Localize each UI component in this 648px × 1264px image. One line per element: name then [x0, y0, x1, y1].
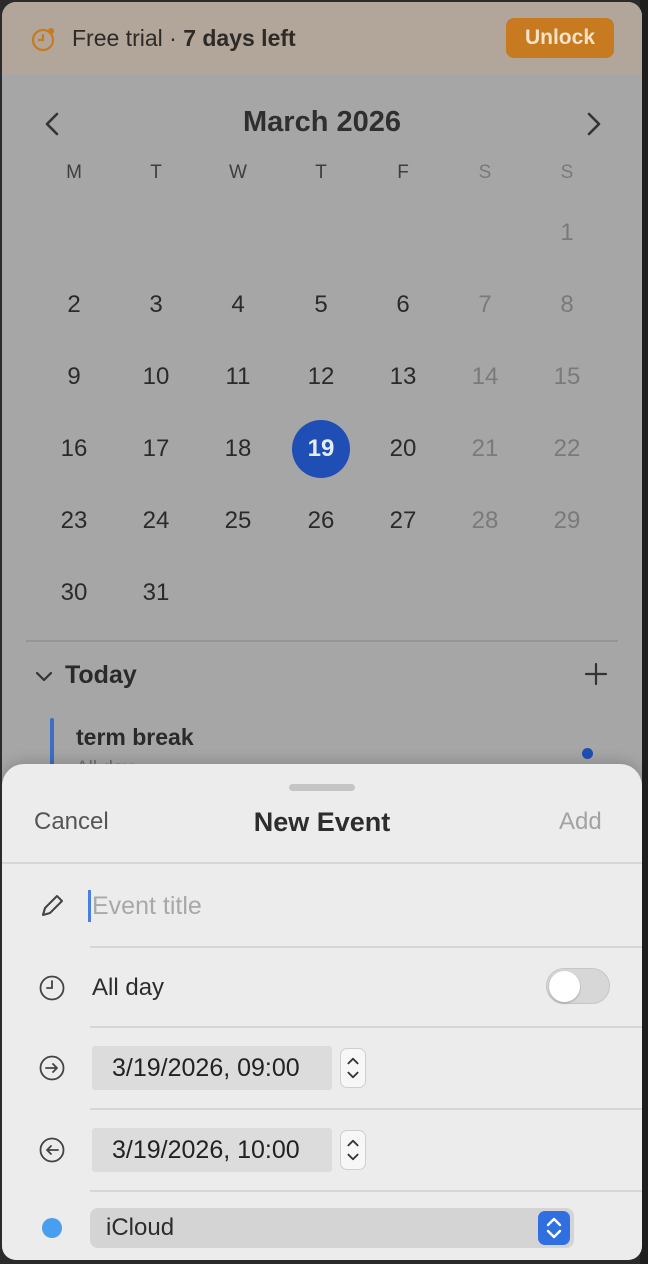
calendar-day[interactable]: 26 [292, 492, 350, 550]
pencil-icon [42, 895, 63, 916]
calendar-day[interactable]: 8 [538, 276, 596, 334]
calendar-day[interactable]: 5 [292, 276, 350, 334]
calendar-day[interactable]: 14 [456, 348, 514, 406]
weekday-label: S [478, 162, 492, 183]
calendar-day[interactable]: 18 [209, 420, 267, 478]
calendar-day[interactable]: 30 [45, 564, 103, 622]
start-stepper-icon[interactable] [340, 1048, 366, 1088]
start-arrow-right-circle-icon [39, 1055, 65, 1081]
weekday-label: S [560, 162, 574, 183]
row-divider [90, 1108, 642, 1110]
end-stepper-icon[interactable] [340, 1130, 366, 1170]
calendar-day[interactable]: 21 [456, 420, 514, 478]
trial-banner: Free trial · 7 days left Unlock [2, 2, 642, 74]
calendar-divider [26, 640, 618, 642]
end-datetime-field[interactable]: 3/19/2026, 10:00 [92, 1128, 332, 1172]
row-divider [90, 946, 642, 948]
weekday-label: T [150, 162, 162, 183]
calendar-day[interactable]: 27 [374, 492, 432, 550]
calendar-day[interactable]: 23 [45, 492, 103, 550]
row-divider [90, 1190, 642, 1192]
add-button[interactable]: Add [559, 808, 602, 836]
weekday-label: M [66, 162, 82, 183]
weekday-label: W [229, 162, 247, 183]
sheet-header-divider [2, 862, 642, 864]
calendar-day[interactable]: 6 [374, 276, 432, 334]
calendar-day[interactable]: 3 [127, 276, 185, 334]
calendar-day[interactable]: 4 [209, 276, 267, 334]
next-month-chevron-icon[interactable] [580, 108, 608, 140]
calendar-day[interactable]: 11 [209, 348, 267, 406]
calendar-day[interactable]: 31 [127, 564, 185, 622]
calendar-day[interactable]: 7 [456, 276, 514, 334]
calendar-day[interactable]: 12 [292, 348, 350, 406]
event-title-input[interactable] [92, 886, 612, 926]
calendar-select[interactable]: iCloud [90, 1208, 574, 1248]
calendar-color-dot [42, 1218, 62, 1238]
sheet-grabber-handle[interactable] [289, 784, 355, 791]
add-event-plus-icon[interactable] [584, 662, 608, 686]
month-title: March 2026 [243, 106, 401, 138]
trial-text: Free trial · 7 days left [72, 25, 296, 52]
calendar-day[interactable]: 13 [374, 348, 432, 406]
new-event-sheet: Cancel New Event Add All day 3/19/2026, … [2, 764, 642, 1260]
weekday-label: F [397, 162, 409, 183]
calendar-day-selected[interactable]: 19 [292, 420, 350, 478]
calendar-day[interactable]: 10 [127, 348, 185, 406]
unlock-button[interactable]: Unlock [506, 18, 614, 58]
event-title: term break [76, 724, 194, 750]
timer-icon [31, 28, 55, 52]
trial-prefix: Free trial · [72, 25, 184, 51]
calendar-day[interactable]: 1 [538, 204, 596, 262]
calendar-day[interactable]: 25 [209, 492, 267, 550]
calendar-day[interactable]: 2 [45, 276, 103, 334]
end-arrow-left-circle-icon [39, 1137, 65, 1163]
today-section-label: Today [65, 661, 137, 689]
calendar-day[interactable]: 15 [538, 348, 596, 406]
calendar-panel: Free trial · 7 days left Unlock March 20… [2, 2, 642, 1260]
all-day-toggle[interactable] [546, 968, 610, 1004]
calendar-day[interactable]: 9 [45, 348, 103, 406]
row-divider [90, 1026, 642, 1028]
start-datetime-field[interactable]: 3/19/2026, 09:00 [92, 1046, 332, 1090]
weekday-label: T [315, 162, 327, 183]
sheet-title: New Event [253, 807, 391, 837]
toggle-knob [549, 971, 580, 1002]
calendar-day[interactable]: 16 [45, 420, 103, 478]
collapse-chevron-down-icon[interactable] [34, 666, 54, 686]
calendar-day[interactable]: 24 [127, 492, 185, 550]
clock-icon [39, 975, 65, 1001]
all-day-label: All day [92, 974, 165, 1001]
calendar-day[interactable]: 29 [538, 492, 596, 550]
calendar-day[interactable]: 22 [538, 420, 596, 478]
calendar-day[interactable]: 28 [456, 492, 514, 550]
trial-days-left: 7 days left [183, 25, 296, 51]
calendar-day[interactable]: 17 [127, 420, 185, 478]
event-calendar-dot [582, 748, 593, 759]
text-caret [88, 890, 91, 922]
calendar-day[interactable]: 20 [374, 420, 432, 478]
select-updown-chevron-icon[interactable] [538, 1211, 570, 1245]
